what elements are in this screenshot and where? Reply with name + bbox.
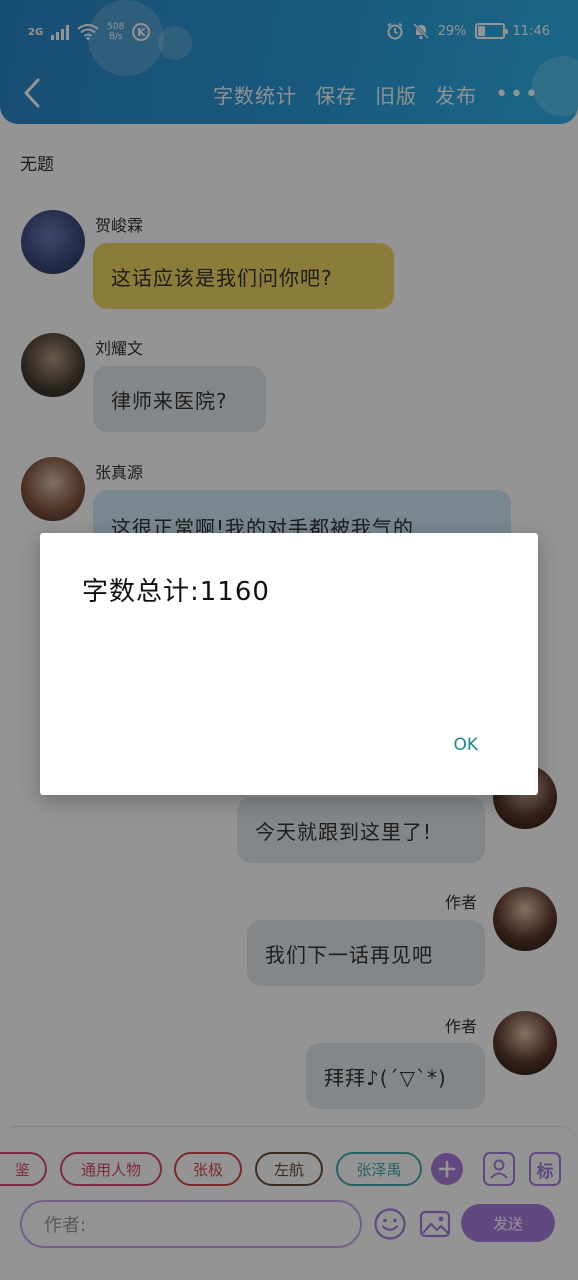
word-count-dialog: 字数总计:1160 OK xyxy=(40,533,538,795)
word-count-text: 字数总计:1160 xyxy=(82,577,270,607)
ok-button[interactable]: OK xyxy=(453,735,478,755)
